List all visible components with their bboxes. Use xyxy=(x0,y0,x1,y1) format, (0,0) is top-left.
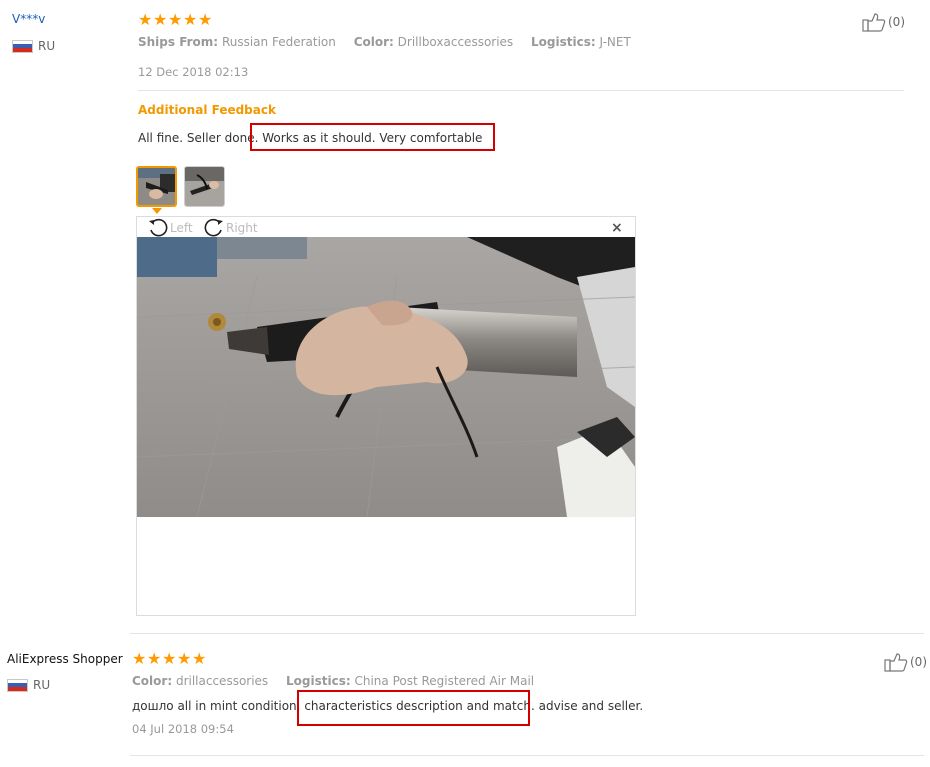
star-icon: ★ xyxy=(183,10,198,29)
color-value: drillaccessories xyxy=(175,674,269,688)
logistics-value: J-NET xyxy=(599,35,631,49)
rotate-left-button[interactable]: Left xyxy=(147,218,193,237)
rotate-right-icon xyxy=(204,218,223,237)
order-info: Ships From: Russian Federation Color: Dr… xyxy=(138,35,645,49)
review-date: 04 Jul 2018 09:54 xyxy=(132,722,234,736)
ships-from-value: Russian Federation xyxy=(221,35,336,49)
divider xyxy=(130,755,924,756)
color-label: Color: xyxy=(353,35,394,49)
thumbs-up-icon xyxy=(884,653,908,672)
logistics-label: Logistics: xyxy=(531,35,596,49)
helpful-count: (0) xyxy=(888,15,905,29)
helpful-button[interactable]: (0) xyxy=(884,652,927,672)
star-icon: ★ xyxy=(162,649,177,668)
logistics-label: Logistics: xyxy=(286,674,351,688)
review-photo-image xyxy=(137,237,635,517)
highlight-box xyxy=(250,123,495,151)
rotate-left-label: Left xyxy=(170,220,193,235)
country-code: RU xyxy=(38,39,56,53)
reviewer-country: RU xyxy=(12,39,55,53)
ships-from-label: Ships From: xyxy=(138,35,219,49)
order-info: Color: drillaccessories Logistics: China… xyxy=(132,674,548,688)
thumbs-up-icon xyxy=(862,13,886,32)
helpful-button[interactable]: (0) xyxy=(862,12,905,32)
color-label: Color: xyxy=(132,674,173,688)
star-icon: ★ xyxy=(177,649,192,668)
photo-thumbnail-image xyxy=(138,168,175,205)
star-icon: ★ xyxy=(132,649,147,668)
star-icon: ★ xyxy=(168,10,183,29)
rotate-left-icon xyxy=(149,218,168,237)
star-icon: ★ xyxy=(153,10,168,29)
thumbnail-pointer xyxy=(152,208,162,214)
star-icon: ★ xyxy=(147,649,162,668)
close-viewer-button[interactable]: × xyxy=(611,220,623,236)
rotate-right-button[interactable]: Right xyxy=(203,218,258,237)
reviewer-name[interactable]: V***v xyxy=(12,12,45,26)
review-text-start: All fine. Seller done. xyxy=(138,131,259,145)
photo-thumbnail-image xyxy=(185,167,224,206)
additional-feedback-heading: Additional Feedback xyxy=(138,103,276,117)
divider xyxy=(130,633,924,634)
logistics-value: China Post Registered Air Mail xyxy=(354,674,535,688)
rotate-right-label: Right xyxy=(226,220,258,235)
review-photo-large xyxy=(137,237,635,517)
divider xyxy=(138,90,904,91)
helpful-count: (0) xyxy=(910,655,927,669)
reviewer-country: RU xyxy=(7,678,50,692)
star-rating: ★ ★ ★ ★ ★ xyxy=(132,651,207,667)
review-text-start: дошло all in mint condition. xyxy=(132,699,301,713)
review-text-end: advise and seller. xyxy=(538,699,644,713)
review-date: 12 Dec 2018 02:13 xyxy=(138,65,249,79)
star-icon: ★ xyxy=(198,10,213,29)
country-code: RU xyxy=(33,678,51,692)
star-rating: ★ ★ ★ ★ ★ xyxy=(138,12,213,28)
russia-flag-icon xyxy=(7,678,28,692)
star-icon: ★ xyxy=(192,649,207,668)
highlight-box xyxy=(297,690,530,726)
review-photo-thumbnail-2[interactable] xyxy=(184,166,225,207)
star-icon: ★ xyxy=(138,10,153,29)
reviewer-name[interactable]: AliExpress Shopper xyxy=(7,652,123,666)
review-photo-thumbnail-1[interactable] xyxy=(136,166,177,207)
color-value: Drillboxaccessories xyxy=(397,35,514,49)
russia-flag-icon xyxy=(12,39,33,53)
photo-viewer: Left Right × xyxy=(136,216,636,616)
